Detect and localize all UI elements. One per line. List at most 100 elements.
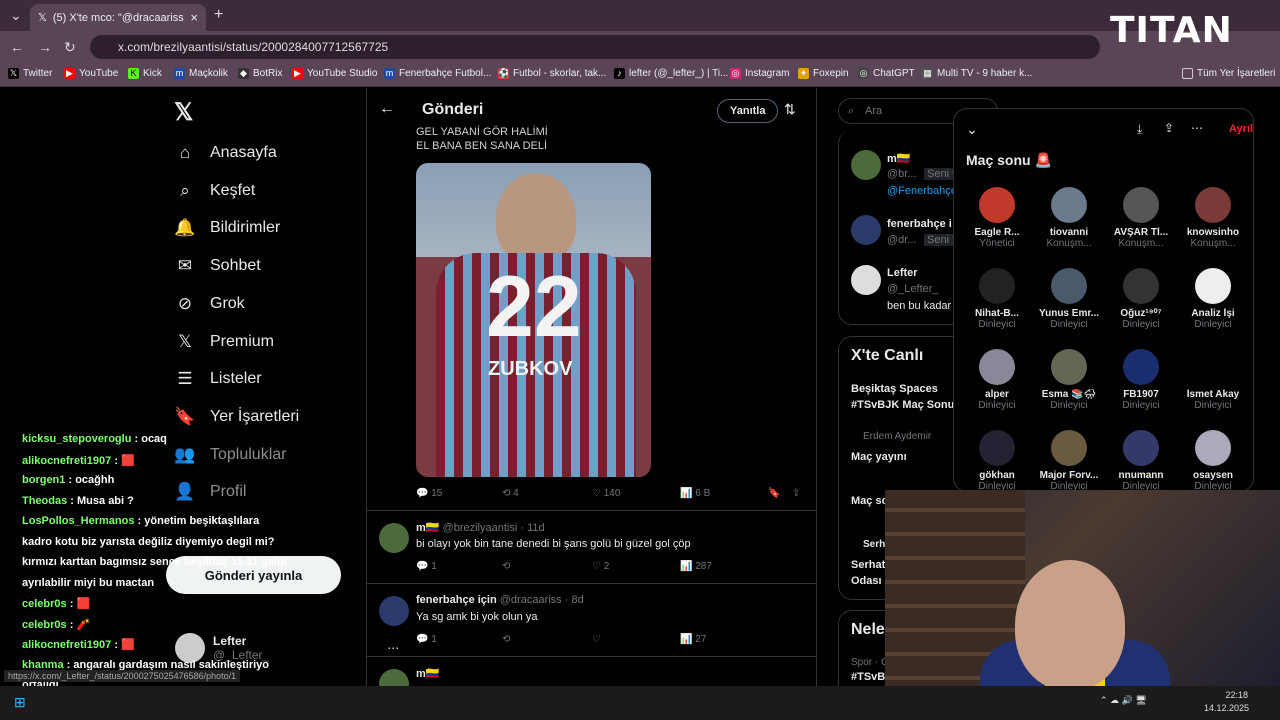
live-item[interactable]: Beşiktaş Spaces	[851, 383, 938, 395]
participant[interactable]: Esma 📚🌧 Dinleyici	[1034, 349, 1104, 411]
bookmark-chatgpt[interactable]: ◎ ChatGPT	[858, 68, 915, 79]
live-item[interactable]: Serhat	[851, 559, 885, 571]
bookmark-kick[interactable]: K Kick	[128, 68, 162, 79]
participant[interactable]: Major Forv... Dinleyici	[1034, 430, 1104, 492]
like-count[interactable]: ♡ 2	[592, 561, 609, 572]
chat-text: : angaralı gardaşım nasıl sakinleştiriyo	[66, 658, 270, 671]
new-tab-icon[interactable]: +	[214, 6, 223, 24]
count: 1	[431, 561, 437, 572]
reply-tweet[interactable]: m🇨🇴	[367, 656, 816, 699]
repost-icon[interactable]: ⟲	[502, 634, 510, 645]
browser-tab-bar: ⌄ 𝕏 (5) X'te mco: "@dracaariss × +	[0, 0, 1280, 31]
nav-premium[interactable]: 𝕏 Premium	[174, 332, 274, 352]
view-count[interactable]: 📊 6 B	[680, 488, 710, 499]
account-name: Lefter	[213, 634, 247, 648]
nav-grok[interactable]: ⊘ Grok	[174, 294, 245, 314]
participant[interactable]: FB1907 Dinleyici	[1106, 349, 1176, 411]
reply-tweet[interactable]: m🇨🇴 @brezilyaantisi · 11d bi olayı yok b…	[367, 510, 816, 582]
windows-start-icon[interactable]: ⊞	[14, 694, 26, 711]
bookmark-twitter[interactable]: 𝕏 Twitter	[8, 68, 52, 79]
more-icon[interactable]: ⋯	[1191, 121, 1203, 135]
bookmark-youtube[interactable]: ▶ YouTube	[64, 68, 118, 79]
participant-role: Dinleyici	[1122, 400, 1160, 411]
view-count[interactable]: 📊 287	[680, 561, 712, 572]
close-tab-icon[interactable]: ×	[190, 10, 198, 25]
collapse-icon[interactable]: ⌄	[966, 121, 978, 138]
reply-button[interactable]: Yanıtla	[717, 99, 779, 123]
x-logo-icon[interactable]: 𝕏	[174, 98, 193, 127]
bookmark-mackolik[interactable]: m Maçkolik	[174, 68, 228, 79]
participant[interactable]: alper Dinleyici	[962, 349, 1032, 411]
bookmark-icon[interactable]: 🔖	[768, 488, 780, 499]
nav-bookmarks[interactable]: 🔖 Yer İşaretleri	[174, 407, 299, 427]
repost-count-value: 4	[513, 488, 519, 499]
participant[interactable]: Oğuz¹⁹⁰⁷ Dinleyici	[1106, 268, 1176, 330]
bookmark-foxepin[interactable]: ✦ Foxepin	[798, 68, 849, 79]
back-icon[interactable]: ←	[10, 39, 24, 55]
home-icon: ⌂	[179, 143, 191, 162]
participant[interactable]: Analiz İşi Dinleyici	[1178, 268, 1248, 330]
leave-button[interactable]: Ayrıl	[1229, 123, 1253, 135]
participant[interactable]: AVŞAR Tİ... Konuşm...	[1106, 187, 1176, 249]
live-host: Erdem Aydemir	[863, 431, 932, 442]
reply-tweet[interactable]: fenerbahçe için @dracaariss · 8d Ya sg a…	[367, 583, 816, 655]
bookmark-instagram[interactable]: ◎ Instagram	[730, 68, 789, 79]
participant[interactable]: Yunus Emr... Dinleyici	[1034, 268, 1104, 330]
browser-tab[interactable]: 𝕏 (5) X'te mco: "@dracaariss ×	[30, 4, 206, 31]
reload-icon[interactable]: ↻	[64, 39, 76, 56]
user-name: Lefter	[887, 267, 918, 279]
like-icon[interactable]: ♡	[592, 634, 601, 645]
live-item[interactable]: #TSvBJK Maç Sonu	[851, 399, 954, 411]
like-count[interactable]: ♡ 140	[592, 488, 620, 499]
avatar	[1123, 187, 1159, 223]
participant[interactable]: Eagle R... Yönetici	[962, 187, 1032, 249]
forward-icon[interactable]: →	[38, 39, 52, 55]
live-item[interactable]: Maç yayını	[851, 451, 907, 463]
participant[interactable]: İsmet Akay Dinleyici	[1178, 349, 1248, 411]
user-name: fenerbahçe i	[887, 218, 952, 230]
view-count[interactable]: 📊 27	[680, 634, 706, 645]
reply-count[interactable]: 💬 15	[416, 488, 442, 499]
back-arrow-icon[interactable]: ←	[379, 100, 395, 118]
reply-count[interactable]: 💬 1	[416, 634, 437, 645]
chat-text: : 🟥	[114, 454, 135, 467]
chat-username: celebr0s	[22, 618, 67, 631]
participant[interactable]: Nihat-B... Dinleyici	[962, 268, 1032, 330]
repost-count[interactable]: ⟲ 4	[502, 488, 519, 499]
minimize-icon[interactable]: ⤓	[1137, 122, 1142, 137]
participant[interactable]: knowsinho Konuşm...	[1178, 187, 1248, 249]
bookmark-futbol[interactable]: ⚽ Futbol - skorlar, tak...	[498, 68, 606, 79]
nav-messages[interactable]: ✉ Sohbet	[174, 256, 261, 276]
nav-profile[interactable]: 👤 Profil	[174, 482, 246, 502]
participant[interactable]: nnumann Dinleyici	[1106, 430, 1176, 492]
nav-notifications[interactable]: 🔔 Bildirimler	[174, 218, 280, 238]
tab-search-icon[interactable]: ⌄	[10, 7, 22, 24]
share-icon[interactable]: ⇪	[792, 488, 800, 499]
nav-explore[interactable]: ⌕ Keşfet	[174, 181, 255, 201]
nav-communities[interactable]: 👥 Topluluklar	[174, 445, 286, 465]
share-icon[interactable]: ⇪	[1164, 121, 1174, 135]
bookmark-botrix[interactable]: ◆ BotRix	[238, 68, 282, 79]
nav-home[interactable]: ⌂ Anasayfa	[174, 143, 277, 163]
bookmark-tiktok[interactable]: ♪ lefter (@_lefter_) | Ti...	[614, 68, 728, 79]
bookmark-multitv[interactable]: ▦ Multi TV - 9 haber k...	[922, 68, 1032, 79]
jersey-number: 22	[486, 259, 582, 355]
live-item[interactable]: Odası	[851, 575, 882, 587]
participant[interactable]: osaysen Dinleyici	[1178, 430, 1248, 492]
participant[interactable]: gökhan Dinleyici	[962, 430, 1032, 492]
reply-count[interactable]: 💬 1	[416, 561, 437, 572]
chat-message: kicksu_stepoveroglu : ocaq	[22, 433, 167, 445]
bookmark-fenerbahce[interactable]: m Fenerbahçe Futbol...	[384, 68, 491, 79]
url-input[interactable]: x.com/brezilyaantisi/status/200028400771…	[90, 35, 1100, 59]
search-placeholder: Ara	[865, 105, 883, 117]
post-photo[interactable]: 22 ZUBKOV	[416, 163, 651, 477]
mail-icon: ✉	[177, 256, 193, 275]
chat-message: celebr0s : 🧨	[22, 618, 90, 631]
bookmark-youtube-studio[interactable]: ▶ YouTube Studio	[292, 68, 377, 79]
filter-icon[interactable]: ⇅	[784, 101, 796, 118]
repost-icon[interactable]: ⟲	[502, 561, 510, 572]
tray-icons[interactable]: ⌃ ☁ 🔊 🖥	[1100, 695, 1147, 706]
bookmark-all[interactable]: Tüm Yer İşaretleri	[1182, 68, 1275, 79]
nav-lists[interactable]: ☰ Listeler	[174, 369, 261, 389]
participant[interactable]: tiovanni Konuşm...	[1034, 187, 1104, 249]
